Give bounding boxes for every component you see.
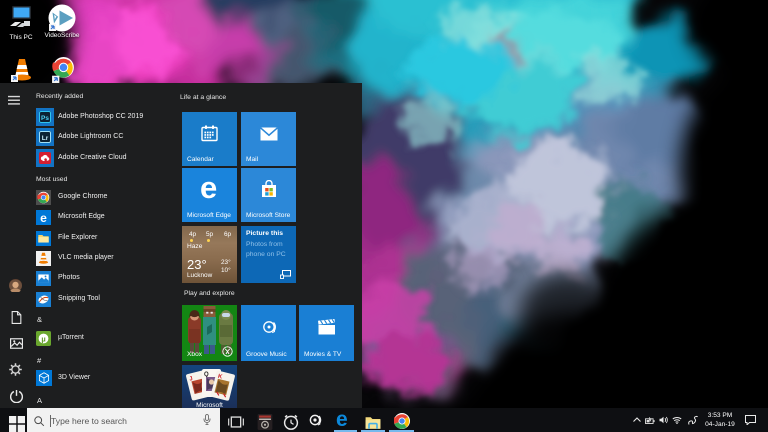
svg-text:Ps: Ps <box>41 115 49 122</box>
svg-text:e: e <box>40 211 47 225</box>
svg-text:Lr: Lr <box>42 135 49 142</box>
svg-text:µ: µ <box>41 334 45 343</box>
